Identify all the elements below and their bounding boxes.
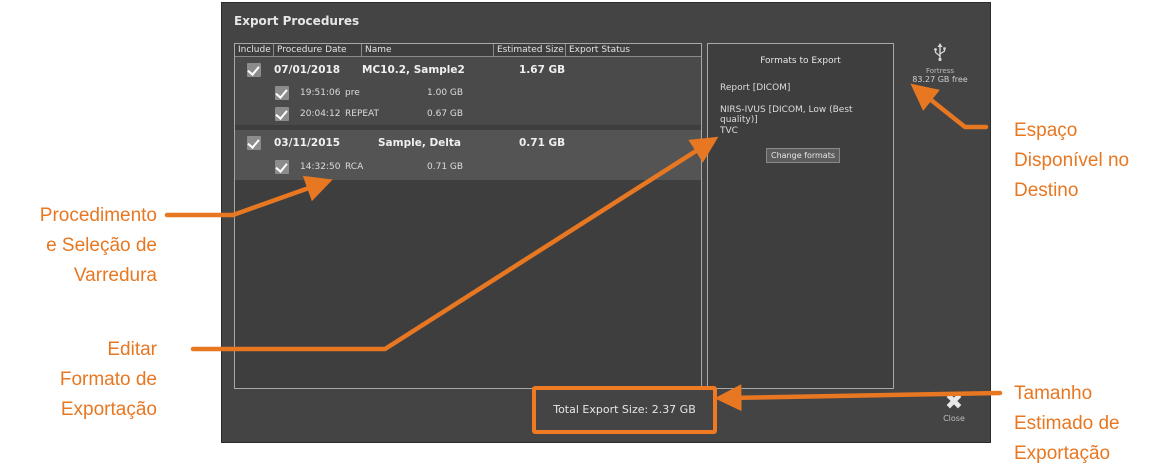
arrow-estimated-size xyxy=(714,384,1003,412)
arrow-procedure-selection xyxy=(164,175,333,218)
callout-arrows xyxy=(164,83,1003,412)
arrow-free-space xyxy=(910,83,989,130)
arrow-edit-format xyxy=(190,136,719,352)
